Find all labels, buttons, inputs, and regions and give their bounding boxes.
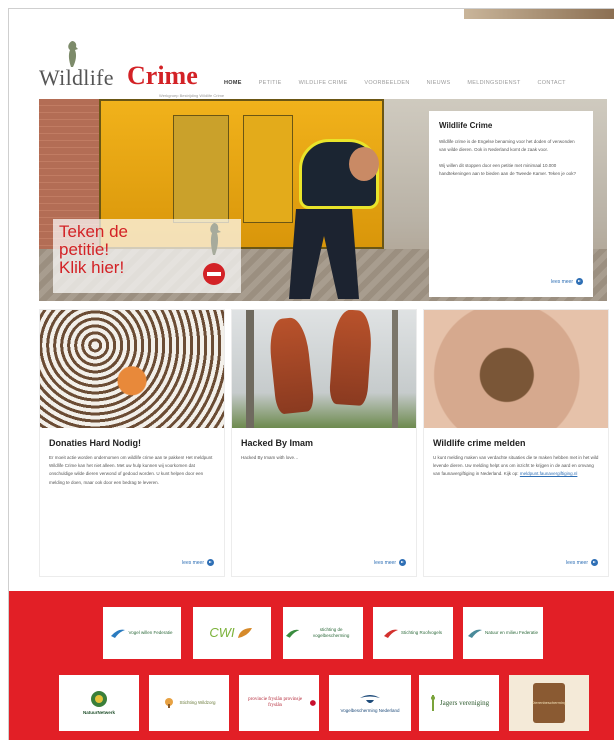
nav-voorbeelden[interactable]: VOORBEELDEN bbox=[364, 80, 409, 86]
sponsor-name: Vogelbescherming Nederland bbox=[340, 708, 400, 713]
globe-icon bbox=[91, 691, 107, 707]
card-read-more-link[interactable]: lees meer bbox=[182, 559, 214, 566]
sponsor-logo[interactable]: Stichting Roofvogels bbox=[373, 607, 453, 659]
sponsor-logo[interactable]: Jagers vereniging bbox=[419, 675, 499, 731]
generator-door bbox=[173, 115, 229, 223]
sponsor-name: provincie fryslân provinsje fryslân bbox=[248, 697, 303, 708]
logo-wordmark-wildlife: Wildlife bbox=[39, 65, 114, 90]
officer-legs bbox=[289, 209, 359, 299]
read-more-label: lees meer bbox=[566, 559, 588, 566]
petition-banner[interactable]: Teken de petitie! Klik hier! bbox=[53, 219, 241, 293]
logo-wordmark-crime: Crime bbox=[127, 61, 198, 90]
article-card-hacked: Hacked By Imam Hacked By Imam with love…… bbox=[231, 309, 417, 577]
card-image-hanging-foxes[interactable] bbox=[232, 310, 416, 428]
sponsor-logo[interactable]: Dierenbescherming bbox=[509, 675, 589, 731]
read-more-label: lees meer bbox=[182, 559, 204, 566]
bird-flight-icon bbox=[360, 695, 380, 703]
main-nav: HOME PETITIE WILDLIFE CRIME VOORBEELDEN … bbox=[224, 80, 583, 86]
card-image-bird-in-hand[interactable] bbox=[424, 310, 608, 428]
sponsor-footer: Vogel willen Federatie CWI stichting de … bbox=[9, 591, 614, 740]
nav-petitie[interactable]: PETITIE bbox=[259, 80, 282, 86]
bird-swoosh-icon bbox=[383, 629, 398, 638]
arrow-right-circle-icon bbox=[576, 278, 583, 285]
read-more-label: lees meer bbox=[551, 278, 573, 285]
card-title[interactable]: Wildlife crime melden bbox=[433, 438, 599, 448]
sponsor-name: Vogel willen Federatie bbox=[128, 630, 173, 635]
article-card-melden: Wildlife crime melden U kunt melding mak… bbox=[423, 309, 609, 577]
sponsor-logo[interactable]: NatuurNetwerk bbox=[59, 675, 139, 731]
sponsor-name: Dierenbescherming bbox=[531, 700, 567, 705]
site-logo[interactable]: Wildlife Crime Werkgroep Bestrijding Wil… bbox=[39, 39, 229, 98]
bird-icon bbox=[210, 223, 221, 255]
nav-meldingsdienst[interactable]: MELDINGSDIENST bbox=[467, 80, 520, 86]
tree-icon bbox=[165, 698, 174, 708]
sponsor-logo[interactable]: Natuur en milieu Federatie bbox=[463, 607, 543, 659]
sponsor-name: stichting de vogelbescherming bbox=[312, 627, 350, 638]
card-title[interactable]: Donaties Hard Nodig! bbox=[49, 438, 215, 448]
hero-info-card: Wildlife Crime Wildlife crime is de Enge… bbox=[429, 111, 593, 297]
nav-home[interactable]: HOME bbox=[224, 80, 242, 86]
site-header: Wildlife Crime Werkgroep Bestrijding Wil… bbox=[9, 9, 614, 99]
sponsor-logo[interactable]: stichting de vogelbescherming bbox=[283, 607, 363, 659]
nav-nieuws[interactable]: NIEUWS bbox=[427, 80, 451, 86]
page: Wildlife Crime Werkgroep Bestrijding Wil… bbox=[8, 8, 614, 740]
logo-tagline: Werkgroep Bestrijding Wildlife Crime bbox=[159, 93, 225, 98]
sponsor-name: NatuurNetwerk bbox=[82, 710, 115, 715]
sponsor-logo[interactable]: Vogelbescherming Nederland bbox=[329, 675, 411, 731]
arrow-right-circle-icon bbox=[207, 559, 214, 566]
article-card-donaties: Donaties Hard Nodig! Er moeit actie word… bbox=[39, 309, 225, 577]
sponsor-name: Jagers vereniging bbox=[439, 699, 490, 707]
sponsor-name: Natuur en milieu Federatie bbox=[484, 630, 539, 635]
sponsor-logo[interactable]: provincie fryslân provinsje fryslân bbox=[239, 675, 319, 731]
sponsor-logo[interactable]: Stichting Wildzorg bbox=[149, 675, 229, 731]
nav-contact[interactable]: CONTACT bbox=[538, 80, 566, 86]
hero-card-title: Wildlife Crime bbox=[439, 121, 493, 130]
nav-wildlife-crime[interactable]: WILDLIFE CRIME bbox=[299, 80, 348, 86]
sponsor-logo[interactable]: Vogel willen Federatie bbox=[103, 607, 181, 659]
hero-read-more-link[interactable]: lees meer bbox=[551, 278, 583, 285]
hunter-icon bbox=[430, 695, 435, 711]
card-title[interactable]: Hacked By Imam bbox=[241, 438, 407, 448]
sponsor-name: Stichting Wildzorg bbox=[179, 700, 216, 705]
meldpunt-link[interactable]: meldpunt.faunavergiftiging.nl bbox=[520, 471, 578, 476]
hero-card-paragraph: Wildlife crime is de Engelse benaming vo… bbox=[439, 139, 575, 152]
leaf-icon bbox=[237, 628, 252, 638]
card-image-fox-in-snow[interactable] bbox=[40, 310, 224, 428]
hero-banner: Teken de petitie! Klik hier! Wildlife Cr… bbox=[39, 99, 607, 301]
arrow-right-circle-icon bbox=[399, 559, 406, 566]
petition-text: Teken de petitie! Klik hier! bbox=[59, 222, 128, 277]
read-more-label: lees meer bbox=[374, 559, 396, 566]
fox-shape bbox=[328, 310, 374, 407]
badge-icon: Dierenbescherming bbox=[531, 683, 567, 723]
tree-trunk bbox=[392, 310, 398, 428]
bird-swoosh-icon bbox=[111, 629, 126, 638]
sponsor-logo[interactable]: CWI bbox=[193, 607, 271, 659]
tree-trunk bbox=[246, 310, 254, 428]
bird-swoosh-icon bbox=[467, 629, 482, 638]
card-body: Hacked By Imam with love… bbox=[241, 455, 299, 460]
heart-icon bbox=[310, 700, 316, 706]
no-entry-icon bbox=[203, 263, 225, 285]
sponsor-cwi-mark: CWI bbox=[209, 625, 235, 640]
fox-shape bbox=[267, 316, 315, 415]
hero-card-paragraph: Wij willen dit stoppen door een petitie … bbox=[439, 163, 576, 176]
card-body: U kunt melding maken van verdachte situa… bbox=[433, 454, 599, 479]
card-read-more-link[interactable]: lees meer bbox=[566, 559, 598, 566]
bird-swoosh-icon bbox=[286, 629, 300, 638]
officer-head bbox=[349, 147, 379, 181]
hero-police-officer bbox=[279, 139, 389, 299]
card-body: Er moeit actie worden ondernomen om wild… bbox=[49, 455, 213, 485]
sponsor-name: Stichting Roofvogels bbox=[400, 630, 443, 635]
arrow-right-circle-icon bbox=[591, 559, 598, 566]
card-read-more-link[interactable]: lees meer bbox=[374, 559, 406, 566]
